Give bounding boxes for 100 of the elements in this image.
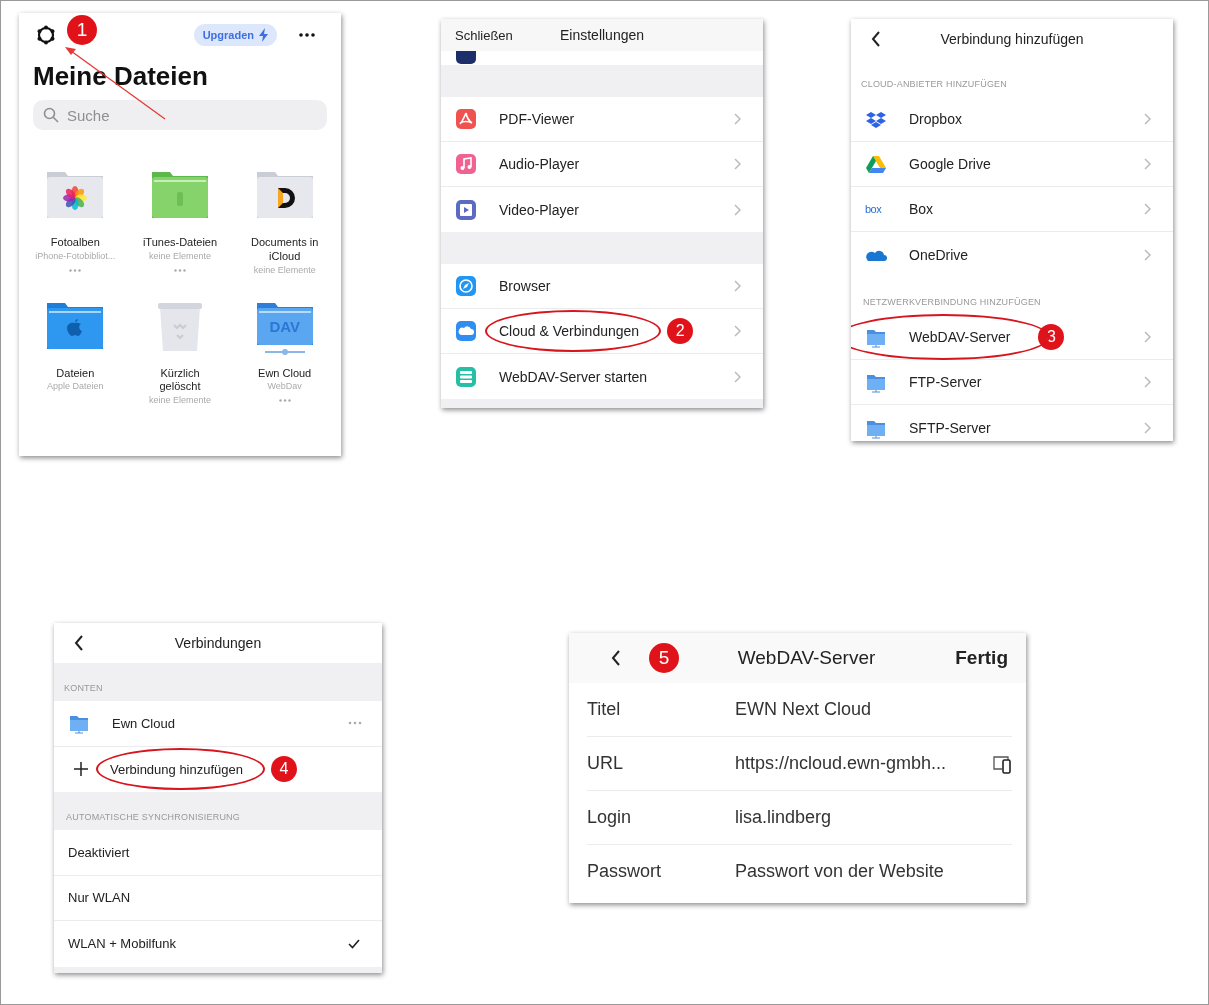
folder-subtitle: keine Elemente <box>148 395 211 405</box>
row-label: FTP-Server <box>909 374 982 390</box>
back-icon[interactable] <box>611 650 621 666</box>
screen-title: Verbindungen <box>174 635 262 651</box>
chevron-right-icon <box>734 280 741 292</box>
row-label: OneDrive <box>909 246 969 263</box>
search-icon <box>43 107 59 123</box>
field-value[interactable]: https://ncloud.ewn-gmbh... <box>735 753 986 774</box>
row-label: SFTP-Server <box>909 419 991 436</box>
row-label: Deaktiviert <box>68 844 130 860</box>
folder-name: Kürzlich gelöscht <box>158 366 202 394</box>
step-badge: 4 <box>271 756 297 783</box>
field-value[interactable]: EWN Next Cloud <box>735 699 1012 720</box>
list-row[interactable]: WLAN + Mobilfunk <box>54 921 382 967</box>
done-button[interactable]: Fertig <box>955 647 1008 669</box>
row-label: Verbindung hinzufügen <box>110 762 243 778</box>
row-label: Dropbox <box>909 111 962 127</box>
step-badge: 1 <box>67 15 97 45</box>
search-field[interactable]: Suche <box>33 100 327 130</box>
music-note-icon <box>455 153 477 175</box>
folder-name: Ewn Cloud <box>257 366 313 381</box>
list-row[interactable]: WebDAV-Server 3 <box>851 315 1173 360</box>
row-label: Ewn Cloud <box>112 716 175 732</box>
field-value[interactable]: lisa.lindberg <box>735 807 1012 828</box>
step-badge: 5 <box>649 643 679 673</box>
list-row[interactable]: Audio-Player <box>441 142 763 187</box>
list-row[interactable]: OneDrive <box>851 232 1173 277</box>
list-row[interactable]: PDF-Viewer <box>441 97 763 142</box>
field-label: Passwort <box>587 861 663 882</box>
folder-subtitle: keine Elemente <box>148 250 211 261</box>
more-icon[interactable] <box>299 33 315 37</box>
row-label: WLAN + Mobilfunk <box>68 936 176 952</box>
list-row[interactable]: WebDAV-Server starten <box>441 354 763 399</box>
field-label: Login <box>587 807 633 828</box>
list-row[interactable]: Google Drive <box>851 142 1173 187</box>
folder-name: Documents in iCloud <box>250 236 320 264</box>
list-row[interactable]: Dropbox <box>851 97 1173 142</box>
row-label: Nur WLAN <box>68 890 131 906</box>
screen-title: Meine Dateien <box>33 61 209 92</box>
row-label: Google Drive <box>909 156 991 172</box>
chevron-right-icon <box>1144 158 1151 170</box>
list-row[interactable]: Cloud & Verbindungen 2 <box>441 309 763 354</box>
section-header: CLOUD-ANBIETER HINZUFÜGEN <box>861 79 1007 89</box>
list-row[interactable]: box Box <box>851 187 1173 232</box>
list-row[interactable]: Video-Player <box>441 187 763 232</box>
screen-title: Verbindung hinzufügen <box>940 31 1084 47</box>
folder-name: iTunes-Dateien <box>141 236 219 250</box>
chevron-right-icon <box>1144 331 1151 343</box>
chevron-right-icon <box>1144 376 1151 388</box>
section-header: AUTOMATISCHE SYNCHRONISIERUNG <box>66 812 240 822</box>
lightning-icon <box>259 28 268 42</box>
row-label: WebDAV-Server <box>909 329 1011 345</box>
list-row[interactable]: SFTP-Server <box>851 405 1173 441</box>
list-row[interactable]: Verbindung hinzufügen 4 <box>54 746 382 792</box>
field-label: Titel <box>587 699 622 720</box>
chevron-right-icon <box>1144 421 1151 434</box>
play-icon <box>455 198 477 221</box>
close-link[interactable]: Schließen <box>455 27 513 43</box>
row-label: Audio-Player <box>499 156 580 172</box>
row-label: PDF-Viewer <box>499 111 575 127</box>
cloud-icon <box>455 320 477 342</box>
chevron-right-icon <box>734 203 741 216</box>
back-icon[interactable] <box>74 635 84 651</box>
chevron-right-icon <box>734 370 741 383</box>
chevron-right-icon <box>1144 113 1151 125</box>
list-row[interactable]: FTP-Server <box>851 360 1173 405</box>
server-icon <box>455 365 477 388</box>
chevron-right-icon <box>1144 203 1151 215</box>
screen-title: WebDAV-Server <box>737 647 876 669</box>
row-label: Box <box>909 201 934 217</box>
list-row[interactable]: Ewn Cloud <box>54 701 382 747</box>
chevron-right-icon <box>734 113 741 125</box>
folder-subtitle: Apple Dateien <box>47 381 104 392</box>
folder-name: Fotoalben <box>49 236 101 250</box>
box-logo: box <box>865 203 883 215</box>
row-label: Browser <box>499 278 551 294</box>
upgrade-button[interactable]: Upgraden <box>193 24 277 46</box>
section-header: NETZWERKVERBINDUNG HINZUFÜGEN <box>863 297 1041 307</box>
settings-icon[interactable] <box>35 24 57 46</box>
list-row[interactable]: Deaktiviert <box>54 830 382 876</box>
folder-subtitle: keine Elemente <box>253 264 316 275</box>
plus-icon <box>74 762 88 777</box>
step-badge: 2 <box>667 318 694 344</box>
row-label: WebDAV-Server starten <box>499 368 648 385</box>
back-icon[interactable] <box>871 31 881 47</box>
folder-subtitle: WebDav <box>267 381 302 392</box>
compass-icon <box>455 275 477 297</box>
row-label: Cloud & Verbindungen <box>499 323 640 339</box>
list-row[interactable]: Browser <box>441 264 763 309</box>
devices-icon[interactable] <box>992 753 1012 774</box>
field-value[interactable]: Passwort von der Website <box>735 861 1012 882</box>
row-label: Video-Player <box>499 201 579 218</box>
step-badge: 3 <box>1038 324 1065 350</box>
section-header: KONTEN <box>64 683 103 693</box>
chevron-right-icon <box>734 325 741 337</box>
list-row[interactable]: Nur WLAN <box>54 875 382 921</box>
screen-title: Einstellungen <box>559 27 645 43</box>
folder-subtitle: iPhone-Fotobibliot... <box>35 250 116 261</box>
folder-name: Dateien <box>55 366 96 381</box>
drive-triangle-icon <box>865 153 887 175</box>
